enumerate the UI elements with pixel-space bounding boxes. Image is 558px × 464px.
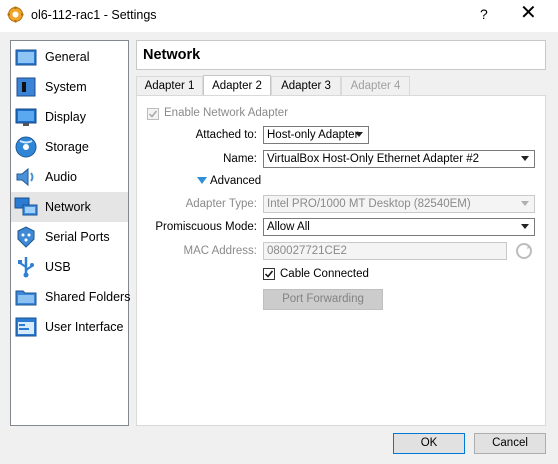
window-title: ol6-112-rac1 - Settings [31, 8, 157, 22]
adapter-panel: Enable Network Adapter Attached to: Host… [136, 95, 546, 426]
ok-button[interactable]: OK [393, 433, 465, 454]
cable-connected-label: Cable Connected [280, 268, 369, 280]
sidebar-item-label: Storage [45, 140, 89, 154]
cable-connected-checkbox[interactable] [263, 268, 275, 280]
serial-ports-icon [17, 226, 35, 248]
sidebar-item-general[interactable]: General [11, 42, 128, 72]
sidebar-item-shared-folders[interactable]: Shared Folders [11, 282, 131, 312]
settings-sidebar: General System Display Storage Audio Net… [10, 40, 131, 426]
tab-adapter-4: Adapter 4 [341, 76, 410, 96]
network-icon [14, 197, 38, 216]
sidebar-item-label: General [45, 50, 90, 64]
adapter-type-select: Intel PRO/1000 MT Desktop (82540EM) [263, 195, 535, 213]
title-bar: ol6-112-rac1 - Settings ? ✕ [0, 0, 558, 32]
system-icon [16, 77, 36, 97]
mac-address-field: 080027721CE2 [263, 242, 507, 260]
tab-adapter-2[interactable]: Adapter 2 [203, 75, 271, 97]
sidebar-item-label: Network [45, 200, 91, 214]
sidebar-item-label: Audio [45, 170, 77, 184]
sidebar-item-label: User Interface [45, 320, 124, 334]
tab-adapter-1[interactable]: Adapter 1 [136, 76, 203, 96]
promiscuous-mode-select[interactable]: Allow All [263, 218, 535, 236]
user-interface-icon [15, 317, 37, 337]
enable-adapter-label: Enable Network Adapter [164, 107, 289, 119]
usb-icon [18, 257, 34, 278]
page-header: Network [136, 40, 546, 70]
refresh-mac-icon [516, 243, 532, 259]
sidebar-item-label: Shared Folders [45, 290, 131, 304]
sidebar-item-audio[interactable]: Audio [11, 162, 128, 192]
chevron-down-icon [355, 132, 363, 137]
sidebar-item-label: USB [45, 260, 71, 274]
chevron-down-icon [521, 224, 529, 229]
checkmark-icon [148, 110, 158, 118]
sidebar-item-usb[interactable]: USB [11, 252, 128, 282]
shared-folders-icon [15, 290, 37, 306]
sidebar-item-display[interactable]: Display [11, 102, 128, 132]
adapter-type-label: Adapter Type: [185, 198, 257, 210]
help-button[interactable]: ? [480, 6, 488, 22]
storage-icon [15, 136, 37, 158]
adapter-type-value: Intel PRO/1000 MT Desktop (82540EM) [267, 198, 471, 210]
sidebar-item-user-interface[interactable]: User Interface [11, 312, 128, 342]
name-label: Name: [223, 153, 257, 165]
sidebar-item-label: Serial Ports [45, 230, 110, 244]
sidebar-item-label: Display [45, 110, 86, 124]
name-value: VirtualBox Host-Only Ethernet Adapter #2 [267, 153, 480, 165]
mac-address-value: 080027721CE2 [267, 245, 347, 257]
attached-to-select[interactable]: Host-only Adapter [263, 126, 369, 144]
tab-adapter-3[interactable]: Adapter 3 [271, 76, 341, 96]
virtualbox-gear-icon [7, 6, 24, 23]
sidebar-item-label: System [45, 80, 87, 94]
cancel-button[interactable]: Cancel [474, 433, 546, 454]
attached-to-value: Host-only Adapter [267, 129, 359, 141]
sidebar-item-storage[interactable]: Storage [11, 132, 128, 162]
chevron-down-icon [521, 201, 529, 206]
close-button[interactable]: ✕ [520, 2, 537, 24]
sidebar-item-network[interactable]: Network [11, 192, 128, 222]
port-forwarding-button: Port Forwarding [263, 289, 383, 310]
general-icon [15, 49, 37, 66]
sidebar-item-system[interactable]: System [11, 72, 128, 102]
advanced-toggle[interactable]: Advanced [210, 175, 261, 187]
sidebar-item-serial-ports[interactable]: Serial Ports [11, 222, 128, 252]
display-icon [15, 108, 37, 126]
audio-icon [16, 167, 34, 187]
page-title: Network [143, 47, 201, 63]
chevron-down-icon [521, 156, 529, 161]
promiscuous-mode-label: Promiscuous Mode: [155, 221, 257, 233]
enable-adapter-checkbox [147, 108, 159, 120]
checkmark-icon [264, 270, 274, 278]
mac-address-label: MAC Address: [183, 245, 258, 257]
name-select[interactable]: VirtualBox Host-Only Ethernet Adapter #2 [263, 150, 535, 168]
attached-to-label: Attached to: [195, 129, 257, 141]
advanced-expand-icon[interactable] [197, 177, 207, 185]
promiscuous-mode-value: Allow All [267, 221, 310, 233]
